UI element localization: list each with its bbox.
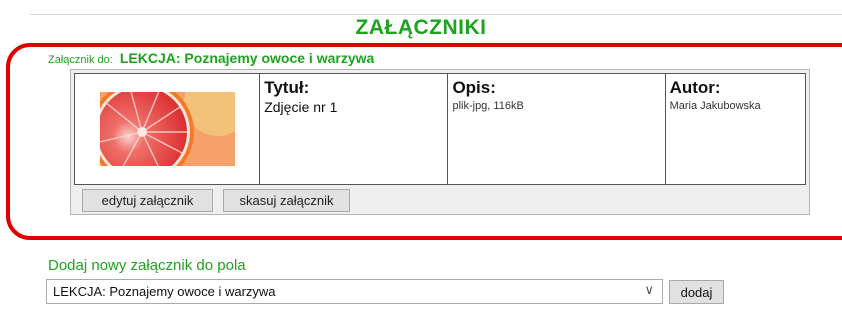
title-value: Zdjęcie nr 1: [264, 99, 338, 115]
description-value: plik-jpg, 116kB: [452, 100, 524, 112]
attachment-target-label: Załącznik do:: [48, 54, 113, 66]
attachment-target-lesson: LEKCJA: Poznajemy owoce i warzywa: [119, 50, 375, 66]
attachment-row: Tytuł: Zdjęcie nr 1 Opis: plik-jpg, 116k…: [74, 73, 806, 185]
description-header: Opis:: [452, 78, 496, 97]
delete-attachment-button[interactable]: skasuj załącznik: [223, 189, 350, 212]
attachment-table: Tytuł: Zdjęcie nr 1 Opis: plik-jpg, 116k…: [70, 69, 810, 215]
top-divider: [30, 14, 842, 15]
attachment-description-cell: Opis: plik-jpg, 116kB: [447, 73, 666, 185]
grapefruit-photo[interactable]: [99, 92, 235, 166]
field-select[interactable]: LEKCJA: Poznajemy owoce i warzywa ∨: [46, 279, 663, 304]
attachment-target: Załącznik do: LEKCJA: Poznajemy owoce i …: [48, 50, 374, 66]
field-select-value: LEKCJA: Poznajemy owoce i warzywa: [53, 284, 276, 299]
add-attachment-label: Dodaj nowy załącznik do pola: [48, 257, 246, 274]
attachment-author-cell: Autor: Maria Jakubowska: [664, 73, 806, 185]
title-header: Tytuł:: [264, 78, 310, 97]
edit-attachment-button[interactable]: edytuj załącznik: [82, 189, 213, 212]
chevron-down-icon: ∨: [644, 282, 654, 297]
add-button[interactable]: dodaj: [669, 280, 724, 304]
attachment-title-cell: Tytuł: Zdjęcie nr 1: [259, 73, 449, 185]
page-title: ZAŁĄCZNIKI: [355, 16, 487, 39]
author-value: Maria Jakubowska: [669, 100, 761, 112]
attachment-image-cell: [74, 73, 261, 185]
author-header: Autor:: [669, 78, 721, 97]
